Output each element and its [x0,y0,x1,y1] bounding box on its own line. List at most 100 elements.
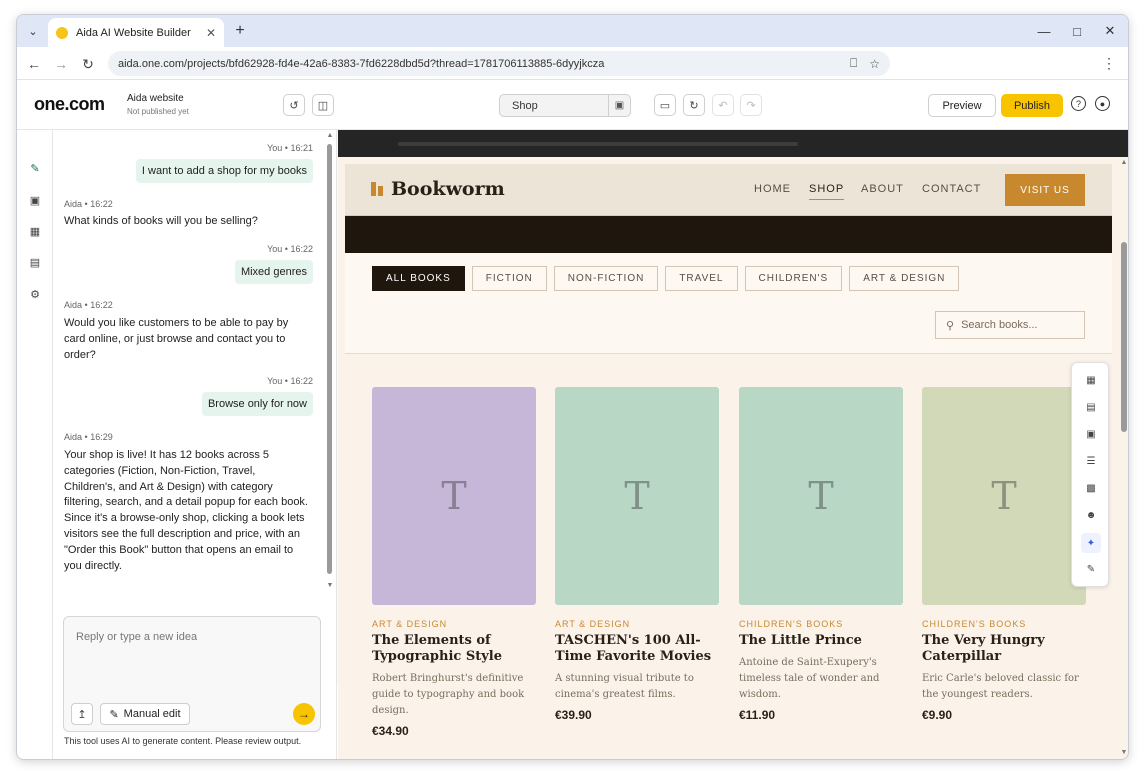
bookworm-logo-icon [371,182,383,196]
preview-button[interactable]: Preview [928,94,996,117]
project-status: Not published yet [127,107,189,116]
image-gallery-icon[interactable]: ▩ [1081,478,1101,498]
chat-composer[interactable]: Reply or type a new idea ↥ ✎ Manual edit… [63,616,321,732]
message-meta: You • 16:21 [267,143,313,153]
new-tab-plus-icon[interactable]: + [229,20,251,42]
onecom-logo[interactable]: one.com [34,94,105,115]
tab-strip: ⌄ Aida AI Website Builder ✕ + — □ ✕ [17,15,1128,47]
filter-travel[interactable]: TRAVEL [665,266,738,291]
filter-fiction[interactable]: FICTION [471,266,547,291]
upload-icon[interactable]: ↥ [71,703,93,725]
website-canvas: Bookworm HOME SHOP ABOUT CONTACT VISIT U… [345,164,1112,759]
book-card[interactable]: T CHILDREN'S BOOKS The Very Hungry Cater… [922,387,1086,722]
chat-messages: You • 16:21 I want to add a shop for my … [53,130,325,600]
book-title: The Little Prince [739,633,862,648]
manual-edit-button[interactable]: ✎ Manual edit [100,703,190,725]
browser-menu-icon[interactable]: ⋮ [1102,55,1116,72]
message-meta: You • 16:22 [267,376,313,386]
filter-all-books[interactable]: ALL BOOKS [372,266,465,291]
book-cover: T [372,387,536,605]
book-category: CHILDREN'S BOOKS [739,619,844,629]
redo-icon[interactable]: ↷ [740,94,762,116]
store-icon[interactable]: ▣ [1081,424,1101,444]
layout-icon[interactable]: ▦ [1081,370,1101,390]
search-books-input[interactable]: ⚲ Search books... [935,311,1085,339]
forward-arrow-icon[interactable]: → [50,53,72,75]
ai-chat-icon[interactable]: ✎ [25,158,45,178]
nav-shop[interactable]: SHOP [809,183,845,200]
refresh-preview-icon[interactable]: ↻ [683,94,705,116]
bookmark-star-icon[interactable]: ☆ [869,57,880,71]
address-bar: ← → ↻ ⚙ aida.one.com/projects/bfd62928-f… [17,47,1128,685]
book-cover: T [555,387,719,605]
browser-window: ⌄ Aida AI Website Builder ✕ + — □ ✕ ← → … [16,14,1129,760]
window-close-icon[interactable]: ✕ [1094,15,1126,47]
scroll-thumb[interactable] [1121,242,1127,432]
filter-art-design[interactable]: ART & DESIGN [849,266,960,291]
site-navbar: Bookworm HOME SHOP ABOUT CONTACT VISIT U… [345,164,1112,216]
chat-input[interactable]: Reply or type a new idea [76,631,197,643]
calendar-icon[interactable]: ▦ [25,221,45,241]
site-preview: Bookworm HOME SHOP ABOUT CONTACT VISIT U… [338,130,1128,759]
book-card[interactable]: T CHILDREN'S BOOKS The Little Prince Ant… [739,387,903,722]
help-icon[interactable]: ? [1071,96,1086,111]
reload-icon[interactable]: ↻ [77,53,99,75]
history-icon[interactable]: ↺ [283,94,305,116]
install-app-icon[interactable]: ⎕ [850,56,857,71]
filter-childrens[interactable]: CHILDREN'S [744,266,843,291]
app-header: one.com Aida website Not published yet ↺… [17,80,1128,130]
book-description: A stunning visual tribute to cinema's gr… [555,673,694,700]
scroll-up-icon[interactable]: ▲ [325,132,335,139]
book-cover: T [739,387,903,605]
chat-scrollbar[interactable]: ▲ ▼ [325,130,335,600]
page-selector[interactable]: Shop ▣ [499,94,631,117]
shop-icon[interactable]: ▣ [25,190,45,210]
url-field[interactable]: ⚙ aida.one.com/projects/bfd62928-fd4e-42… [108,51,890,685]
account-icon[interactable]: ● [1095,96,1110,111]
ai-disclaimer: This tool uses AI to generate content. P… [64,736,302,746]
book-grid: T ART & DESIGN The Elements of Typograph… [345,354,1112,759]
preview-scrollbar[interactable]: ▲ ▼ [1118,157,1128,759]
tab-search-chevron-icon[interactable]: ⌄ [23,21,43,41]
undo-icon[interactable]: ↶ [712,94,734,116]
book-card[interactable]: T ART & DESIGN The Elements of Typograph… [372,387,536,738]
manual-edit-label: Manual edit [123,708,181,720]
minimize-icon[interactable]: — [1028,15,1060,47]
project-name: Aida website [127,93,184,104]
scroll-up-icon[interactable]: ▲ [1118,159,1128,166]
assistant-message: Your shop is live! It has 12 books acros… [64,449,308,572]
page-settings-icon[interactable]: ▣ [608,95,630,116]
book-description: Eric Carle's beloved classic for the you… [922,673,1079,700]
hero-strip [345,216,1112,253]
ai-sparkle-icon[interactable]: ✦ [1081,533,1101,553]
site-brand[interactable]: Bookworm [371,178,505,200]
filter-non-fiction[interactable]: NON-FICTION [553,266,659,291]
url-text: aida.one.com/projects/bfd62928-fd4e-42a6… [118,57,605,70]
brand-name: Bookworm [391,178,505,200]
desktop-view-icon[interactable]: ▭ [654,94,676,116]
send-arrow-icon[interactable]: → [293,703,315,725]
nav-home[interactable]: HOME [754,183,791,195]
briefcase-icon[interactable]: ▤ [1081,397,1101,417]
scroll-down-icon[interactable]: ▼ [1118,749,1128,756]
tab-close-icon[interactable]: ✕ [206,26,216,40]
visit-us-button[interactable]: VISIT US [1005,174,1085,206]
settings-gear-icon[interactable]: ⚙ [25,284,45,304]
left-rail: ✎ ▣ ▦ ▤ ⚙ [17,130,53,759]
publish-button[interactable]: Publish [1001,94,1063,117]
book-cover: T [922,387,1086,605]
browser-tab[interactable]: Aida AI Website Builder ✕ [48,18,224,47]
book-category: CHILDREN'S BOOKS [922,619,1027,629]
maximize-icon[interactable]: □ [1061,15,1093,47]
nav-contact[interactable]: CONTACT [922,183,981,195]
pencil-edit-icon[interactable]: ✎ [1081,559,1101,579]
book-card[interactable]: T ART & DESIGN TASCHEN's 100 All-Time Fa… [555,387,719,722]
back-arrow-icon[interactable]: ← [23,53,45,75]
toggle-panel-icon[interactable]: ◫ [312,94,334,116]
scroll-down-icon[interactable]: ▼ [325,582,335,589]
analytics-icon[interactable]: ▤ [25,252,45,272]
contact-card-icon[interactable]: ☻ [1081,505,1101,525]
scroll-thumb[interactable] [327,144,332,574]
nav-about[interactable]: ABOUT [861,183,904,195]
text-block-icon[interactable]: ☰ [1081,451,1101,471]
